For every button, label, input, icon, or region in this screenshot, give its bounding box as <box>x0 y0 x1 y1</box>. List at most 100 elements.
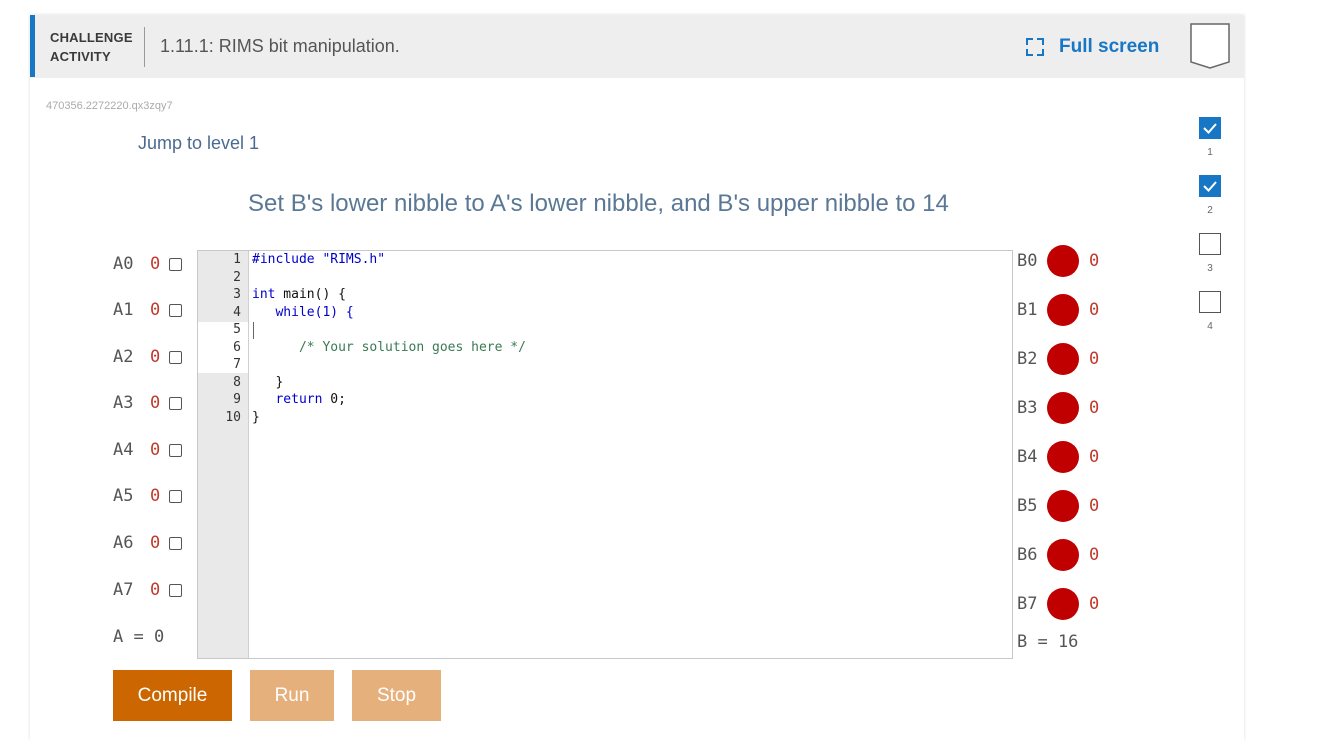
output-label: B4 <box>1017 447 1038 467</box>
level-box[interactable] <box>1199 233 1221 255</box>
output-label: B1 <box>1017 300 1038 320</box>
code-line-8: 8 } <box>198 374 1012 392</box>
output-value: 0 <box>1089 349 1100 369</box>
input-value: 0 <box>150 300 161 320</box>
code-line-3: 3 int main() { <box>198 286 1012 304</box>
level-box[interactable] <box>1199 175 1221 197</box>
activity-id: 470356.2272220.qx3zqy7 <box>46 100 173 112</box>
output-value: 0 <box>1089 251 1100 271</box>
code-line-4: 4 while(1) { <box>198 304 1012 322</box>
fullscreen-button[interactable]: Full screen <box>1026 35 1159 59</box>
output-value: 0 <box>1089 447 1100 467</box>
input-checkbox[interactable] <box>169 350 182 364</box>
output-value: 0 <box>1089 496 1100 516</box>
input-row-a1: A1 0 <box>113 299 182 321</box>
code-line-10: 10 } <box>198 409 1012 427</box>
code-token: 0; <box>322 392 346 407</box>
challenge-card: CHALLENGE ACTIVITY 1.11.1: RIMS bit mani… <box>30 15 1244 740</box>
code-token: (1) { <box>314 304 354 320</box>
line-number: 1 <box>233 252 241 267</box>
output-value: 0 <box>1089 398 1100 418</box>
input-checkbox[interactable] <box>169 583 182 597</box>
input-label: A1 <box>113 300 134 320</box>
output-row-b4: B4 0 <box>1017 441 1099 473</box>
code-token: main() { <box>275 287 346 302</box>
output-led <box>1047 245 1079 277</box>
input-value: 0 <box>150 347 161 367</box>
input-value: 0 <box>150 440 161 460</box>
input-value: 0 <box>150 254 161 274</box>
input-row-a0: A0 0 <box>113 253 182 275</box>
output-row-b3: B3 0 <box>1017 392 1099 424</box>
output-led <box>1047 441 1079 473</box>
code-keyword: while <box>252 304 315 320</box>
line-number: 2 <box>233 269 241 285</box>
activity-type-line1: CHALLENGE <box>50 30 133 45</box>
input-row-a2: A2 0 <box>113 346 182 368</box>
b-total-value: B = 16 <box>1017 632 1079 652</box>
line-number: 4 <box>233 304 241 320</box>
line-number: 3 <box>233 287 241 302</box>
output-label: B2 <box>1017 349 1038 369</box>
output-led <box>1047 490 1079 522</box>
input-checkbox[interactable] <box>169 536 182 550</box>
text-cursor <box>253 322 254 339</box>
level-number: 1 <box>1207 147 1213 158</box>
output-led <box>1047 294 1079 326</box>
line-number: 7 <box>233 357 241 372</box>
output-label: B5 <box>1017 496 1038 516</box>
input-value: 0 <box>150 486 161 506</box>
code-keyword: int <box>252 287 276 302</box>
output-row-b6: B6 0 <box>1017 539 1099 571</box>
output-label: B3 <box>1017 398 1038 418</box>
input-label: A0 <box>113 254 134 274</box>
input-label: A6 <box>113 533 134 553</box>
input-checkbox[interactable] <box>169 443 182 457</box>
code-text: int main() { <box>252 286 346 304</box>
bookmark-icon[interactable] <box>1190 23 1230 69</box>
input-value: 0 <box>150 580 161 600</box>
level-number: 3 <box>1207 263 1213 274</box>
fullscreen-label: Full screen <box>1059 36 1160 57</box>
compile-button[interactable]: Compile <box>113 670 232 721</box>
input-label: A5 <box>113 486 134 506</box>
input-checkbox[interactable] <box>169 489 182 503</box>
output-value: 0 <box>1089 594 1100 614</box>
input-checkbox[interactable] <box>169 303 182 317</box>
input-label: A7 <box>113 580 134 600</box>
output-led <box>1047 343 1079 375</box>
line-number: 10 <box>225 409 241 425</box>
stop-button[interactable]: Stop <box>352 670 441 721</box>
header-divider <box>144 27 145 67</box>
input-checkbox[interactable] <box>169 396 182 410</box>
checkmark-icon <box>1203 123 1217 134</box>
input-row-a6: A6 0 <box>113 532 182 554</box>
code-text: } <box>252 374 284 390</box>
code-line-1: 1 #include "RIMS.h" <box>198 251 1012 269</box>
line-number: 8 <box>233 374 241 390</box>
level-box[interactable] <box>1199 291 1221 313</box>
output-led <box>1047 392 1079 424</box>
jump-to-level-link[interactable]: Jump to level 1 <box>138 133 259 154</box>
run-button[interactable]: Run <box>250 670 334 721</box>
input-row-a5: A5 0 <box>113 485 182 507</box>
output-led <box>1047 588 1079 620</box>
activity-type-line2: ACTIVITY <box>50 49 111 64</box>
activity-type: CHALLENGE ACTIVITY <box>50 28 133 66</box>
input-checkbox[interactable] <box>169 257 182 271</box>
code-text: while(1) { <box>252 304 354 322</box>
input-label: A3 <box>113 393 134 413</box>
challenge-prompt: Set B's lower nibble to A's lower nibble… <box>248 190 949 217</box>
input-row-a3: A3 0 <box>113 392 182 414</box>
code-editor[interactable]: 1 #include "RIMS.h" 2 3 int main() { 4 w… <box>197 250 1013 659</box>
output-row-b0: B0 0 <box>1017 245 1099 277</box>
level-box[interactable] <box>1199 117 1221 139</box>
level-number: 2 <box>1207 205 1213 216</box>
code-comment: /* Your solution goes here */ <box>252 339 526 355</box>
output-value: 0 <box>1089 300 1100 320</box>
code-line-5: 5 <box>198 321 1012 339</box>
a-total-value: A = 0 <box>113 627 165 647</box>
input-row-a4: A4 0 <box>113 439 182 461</box>
input-value: 0 <box>150 393 161 413</box>
activity-title: 1.11.1: RIMS bit manipulation. <box>160 36 400 56</box>
